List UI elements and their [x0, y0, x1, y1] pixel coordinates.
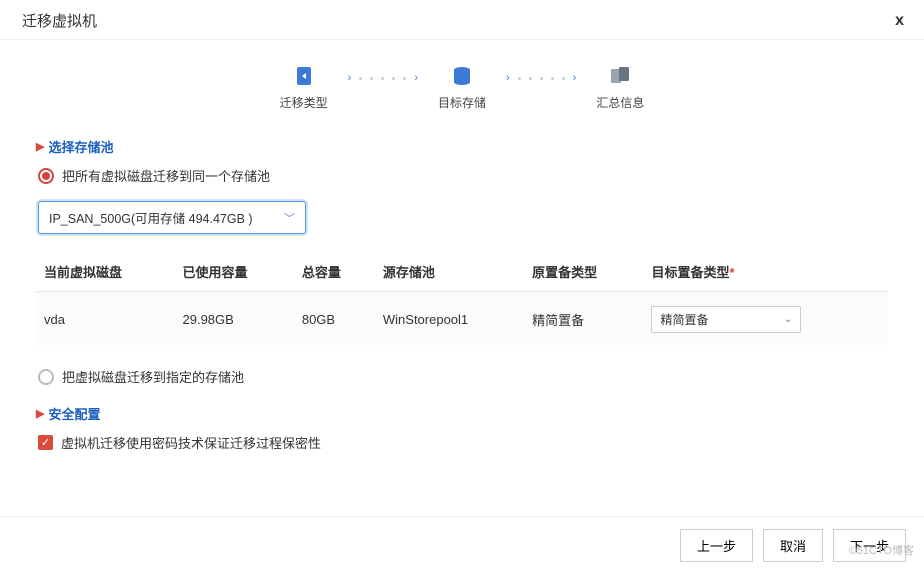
wizard-stepper: 迁移类型 › › 目标存储 › › 汇总信息 — [0, 40, 924, 121]
radio-same-pool[interactable]: 把所有虚拟磁盘迁移到同一个存储池 — [38, 166, 888, 185]
chevron-down-icon: ﹀ — [284, 210, 295, 226]
radio-icon[interactable] — [38, 369, 54, 385]
step-label: 汇总信息 — [596, 94, 644, 111]
step-label: 目标存储 — [438, 94, 486, 111]
next-button[interactable]: 下一步 — [833, 529, 906, 562]
col-src-pool: 源存储池 — [375, 252, 524, 292]
chevron-right-icon: › — [414, 72, 418, 84]
step-label: 迁移类型 — [280, 94, 328, 111]
col-used: 已使用容量 — [175, 252, 294, 292]
close-icon[interactable]: x — [895, 12, 904, 30]
cell-total: 80GB — [294, 292, 375, 346]
checkbox-encrypt-migration[interactable]: ✓ 虚拟机迁移使用密码技术保证迁移过程保密性 — [38, 433, 888, 452]
checkbox-icon[interactable]: ✓ — [38, 435, 53, 450]
dst-type-select[interactable]: 精简置备 ⌄ — [651, 306, 801, 333]
col-src-type: 原置备类型 — [524, 252, 643, 292]
disk-table: 当前虚拟磁盘 已使用容量 总容量 源存储池 原置备类型 目标置备类型* vda … — [36, 252, 888, 345]
section-storage-pool[interactable]: ▶ 选择存储池 — [36, 137, 888, 156]
section-label: 选择存储池 — [48, 137, 113, 156]
cell-src-pool: WinStorepool1 — [375, 292, 524, 346]
radio-label: 把虚拟磁盘迁移到指定的存储池 — [62, 367, 244, 386]
radio-label: 把所有虚拟磁盘迁移到同一个存储池 — [62, 166, 270, 185]
migrate-vm-dialog: 迁移虚拟机 x 迁移类型 › › 目标存储 › › — [0, 0, 924, 574]
cell-disk: vda — [36, 292, 175, 346]
dialog-footer: 上一步 取消 下一步 — [0, 516, 924, 574]
chevron-right-icon: › — [348, 72, 352, 84]
storage-icon — [448, 62, 476, 90]
cell-used: 29.98GB — [175, 292, 294, 346]
cell-src-type: 精简置备 — [524, 292, 643, 346]
table-row: vda 29.98GB 80GB WinStorepool1 精简置备 精简置备… — [36, 292, 888, 346]
triangle-icon: ▶ — [36, 407, 44, 420]
col-dst-type: 目标置备类型* — [643, 252, 888, 292]
col-disk: 当前虚拟磁盘 — [36, 252, 175, 292]
select-value: IP_SAN_500G(可用存储 494.47GB ) — [49, 208, 253, 227]
chevron-right-icon: › — [573, 72, 577, 84]
triangle-icon: ▶ — [36, 140, 44, 153]
step-separator: › › — [506, 72, 576, 84]
step-summary: 汇总信息 — [590, 62, 650, 111]
prev-button[interactable]: 上一步 — [680, 529, 753, 562]
checkbox-label: 虚拟机迁移使用密码技术保证迁移过程保密性 — [61, 433, 321, 452]
dialog-title: 迁移虚拟机 — [22, 10, 97, 31]
radio-specific-pool[interactable]: 把虚拟磁盘迁移到指定的存储池 — [38, 367, 888, 386]
storage-pool-select[interactable]: IP_SAN_500G(可用存储 494.47GB ) ﹀ — [38, 201, 306, 234]
col-total: 总容量 — [294, 252, 375, 292]
radio-icon[interactable] — [38, 168, 54, 184]
cancel-button[interactable]: 取消 — [763, 529, 823, 562]
table-header-row: 当前虚拟磁盘 已使用容量 总容量 源存储池 原置备类型 目标置备类型* — [36, 252, 888, 292]
doc-icon — [290, 62, 318, 90]
dialog-header: 迁移虚拟机 x — [0, 0, 924, 40]
dialog-content: ▶ 选择存储池 把所有虚拟磁盘迁移到同一个存储池 IP_SAN_500G(可用存… — [0, 121, 924, 516]
select-value: 精简置备 — [660, 311, 708, 328]
step-migration-type: 迁移类型 — [274, 62, 334, 111]
cell-dst-type: 精简置备 ⌄ — [643, 292, 888, 346]
section-security[interactable]: ▶ 安全配置 — [36, 404, 888, 423]
step-separator: › › — [348, 72, 418, 84]
summary-icon — [606, 62, 634, 90]
step-target-storage: 目标存储 — [432, 62, 492, 111]
chevron-right-icon: › — [506, 72, 510, 84]
section-label: 安全配置 — [48, 404, 100, 423]
chevron-down-icon: ⌄ — [784, 314, 792, 325]
